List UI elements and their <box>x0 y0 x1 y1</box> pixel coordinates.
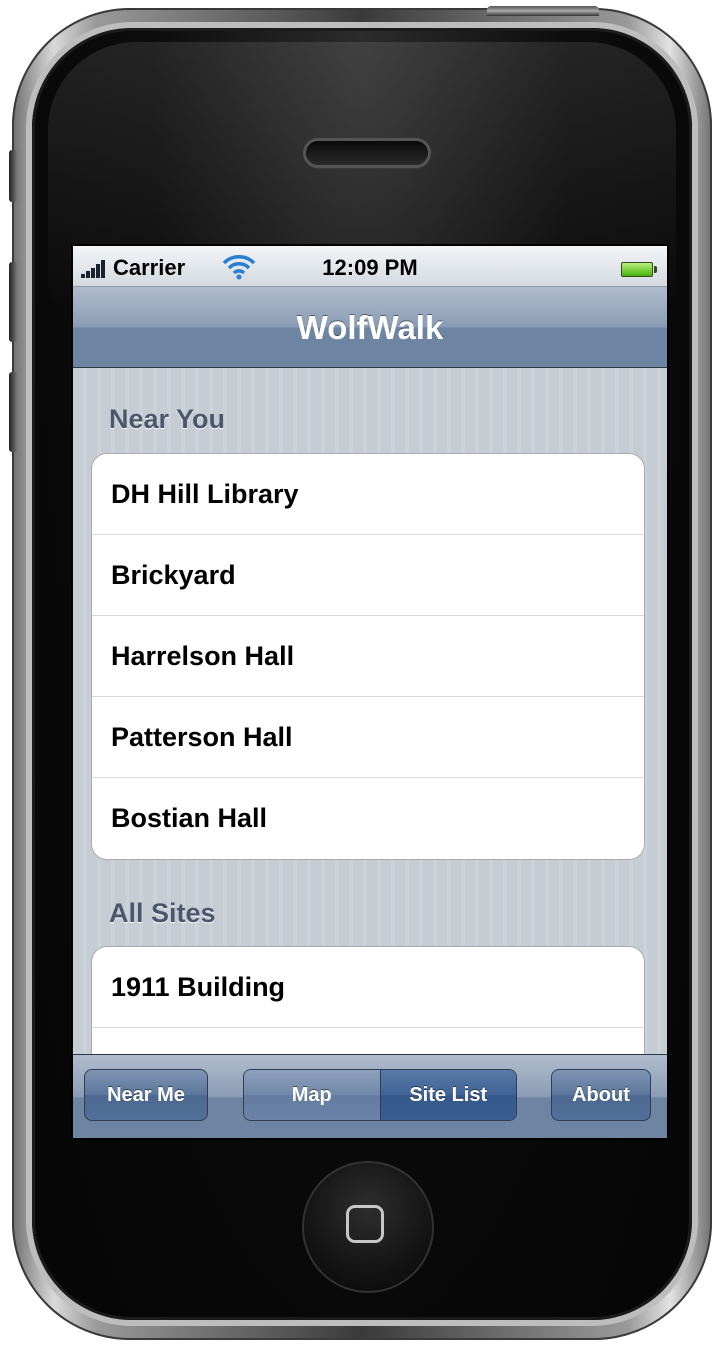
list-item[interactable]: Patterson Hall <box>92 697 644 778</box>
list-item[interactable]: Harrelson Hall <box>92 616 644 697</box>
list-item[interactable]: DH Hill Library <box>92 454 644 535</box>
status-bar: Carrier 12:09 PM <box>73 246 667 287</box>
volume-up-button[interactable] <box>9 262 17 342</box>
list-item[interactable] <box>92 1028 644 1054</box>
page-title: WolfWalk <box>296 309 444 346</box>
list-item[interactable]: Bostian Hall <box>92 778 644 859</box>
status-time: 12:09 PM <box>322 255 418 280</box>
list-item[interactable]: 1911 Building <box>92 947 644 1028</box>
mute-switch[interactable] <box>9 150 17 202</box>
list-item-label: 1911 Building <box>111 971 286 1002</box>
view-segmented-control: Map Site List <box>243 1069 517 1121</box>
map-segment[interactable]: Map <box>244 1070 380 1120</box>
home-square-icon <box>346 1205 384 1243</box>
screen: Carrier 12:09 PM WolfWalk Near You DH Hi… <box>73 246 667 1138</box>
list-item-label: Patterson Hall <box>111 721 293 752</box>
battery-icon <box>621 262 657 277</box>
home-button[interactable] <box>304 1163 432 1291</box>
all-sites-group: 1911 Building <box>91 946 645 1054</box>
near-me-button[interactable]: Near Me <box>84 1069 208 1121</box>
volume-down-button[interactable] <box>9 372 17 452</box>
earpiece-speaker <box>306 141 428 165</box>
section-header-all-sites: All Sites <box>109 898 216 928</box>
section-header-near-you: Near You <box>109 404 226 434</box>
list-item-label: Brickyard <box>111 559 236 590</box>
list-item[interactable]: Brickyard <box>92 535 644 616</box>
site-list-segment[interactable]: Site List <box>379 1070 516 1120</box>
site-list[interactable]: Near You DH Hill Library Brickyard Harre… <box>73 368 667 1054</box>
sleep-button[interactable] <box>487 6 599 16</box>
about-button[interactable]: About <box>551 1069 651 1121</box>
near-you-group: DH Hill Library Brickyard Harrelson Hall… <box>91 453 645 860</box>
navigation-bar: WolfWalk <box>73 287 667 368</box>
list-item-label: Bostian Hall <box>111 803 268 833</box>
list-item-label: Harrelson Hall <box>111 640 295 671</box>
bottom-toolbar: Near Me Map Site List About <box>73 1054 667 1138</box>
list-item-label: DH Hill Library <box>111 478 299 509</box>
